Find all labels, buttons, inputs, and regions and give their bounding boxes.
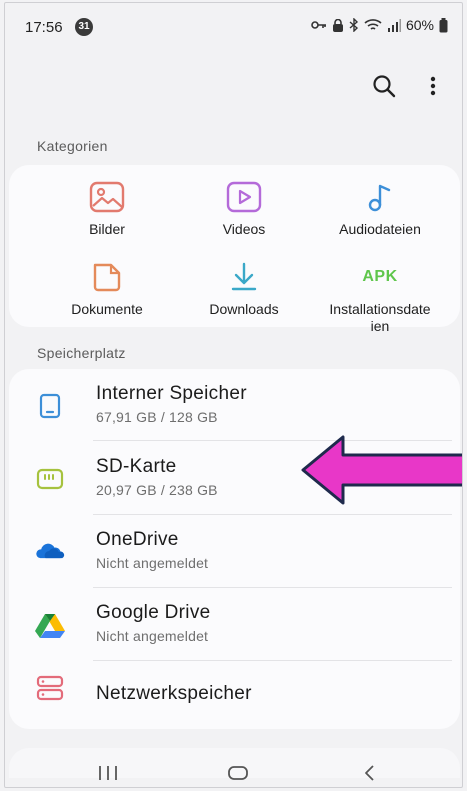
category-audio[interactable]: Audiodateien: [305, 179, 455, 238]
music-note-icon: [360, 179, 400, 215]
status-bar: 17:56 31 60%: [5, 3, 462, 43]
home-icon: [228, 766, 248, 780]
category-videos[interactable]: Videos: [169, 179, 319, 238]
storage-subtitle: 67,91 GB / 128 GB: [96, 409, 218, 425]
recent-apps-icon: [99, 766, 117, 780]
storage-subtitle: Nicht angemeldet: [96, 628, 209, 644]
storage-card: Interner Speicher 67,91 GB / 128 GB SD-K…: [9, 369, 460, 729]
download-icon: [224, 259, 264, 295]
home-button[interactable]: [227, 763, 249, 783]
apk-icon: APK: [362, 268, 398, 285]
storage-subtitle: Nicht angemeldet: [96, 555, 209, 571]
storage-title: Interner Speicher: [96, 383, 247, 404]
more-vertical-icon: [430, 76, 436, 96]
storage-item-internal[interactable]: Interner Speicher 67,91 GB / 128 GB: [9, 369, 460, 441]
category-installation-files[interactable]: APK Installationsdate ien: [305, 259, 455, 335]
signal-icon: [387, 18, 401, 32]
category-downloads[interactable]: Downloads: [169, 259, 319, 318]
category-label: Downloads: [209, 301, 279, 317]
document-icon: [87, 259, 127, 295]
back-icon: [365, 765, 374, 781]
search-icon: [373, 75, 396, 98]
recent-apps-button[interactable]: [97, 763, 119, 783]
wifi-icon: [364, 19, 382, 30]
categories-heading: Kategorien: [37, 138, 108, 154]
network-storage-icon: [35, 675, 65, 701]
sd-card-icon: [35, 466, 65, 492]
phone-storage-icon: [35, 393, 65, 419]
back-button[interactable]: [363, 763, 377, 783]
category-label: Videos: [222, 221, 266, 237]
status-time: 17:56: [25, 19, 63, 36]
storage-title: Netzwerkspeicher: [96, 683, 252, 704]
storage-title: OneDrive: [96, 529, 179, 550]
bluetooth-icon: [349, 18, 358, 32]
status-icons: 60%: [311, 17, 448, 33]
notification-badge: 31: [75, 18, 93, 36]
video-icon: [224, 179, 264, 215]
storage-item-google-drive[interactable]: Google Drive Nicht angemeldet: [9, 588, 460, 660]
annotation-arrow-icon: [301, 435, 462, 510]
storage-title: SD-Karte: [96, 456, 177, 477]
image-icon: [87, 179, 127, 215]
battery-percent: 60%: [405, 17, 434, 33]
storage-item-onedrive[interactable]: OneDrive Nicht angemeldet: [9, 515, 460, 587]
categories-card: Bilder Videos Audiodateien Dokumente Dow…: [9, 165, 460, 334]
category-label: Dokumente: [71, 301, 143, 317]
category-label: Audiodateien: [339, 221, 421, 237]
storage-item-network[interactable]: Netzwerkspeicher: [9, 661, 460, 733]
google-drive-icon: [35, 612, 65, 638]
category-images[interactable]: Bilder: [32, 179, 182, 238]
system-navigation-bar: [5, 753, 462, 787]
onedrive-icon: [35, 539, 65, 565]
storage-subtitle: 20,97 GB / 238 GB: [96, 482, 218, 498]
storage-heading: Speicherplatz: [37, 345, 126, 361]
category-label: Bilder: [89, 221, 125, 237]
storage-title: Google Drive: [96, 602, 211, 623]
battery-icon: [439, 17, 448, 32]
lock-icon: [332, 18, 343, 32]
more-options-button[interactable]: [423, 73, 443, 99]
key-icon: [311, 21, 326, 29]
category-documents[interactable]: Dokumente: [32, 259, 182, 318]
search-button[interactable]: [371, 73, 397, 99]
category-label: Installationsdate ien: [329, 301, 431, 334]
screen: 17:56 31 60% Kategorien Bilder Videos Au…: [4, 2, 463, 788]
